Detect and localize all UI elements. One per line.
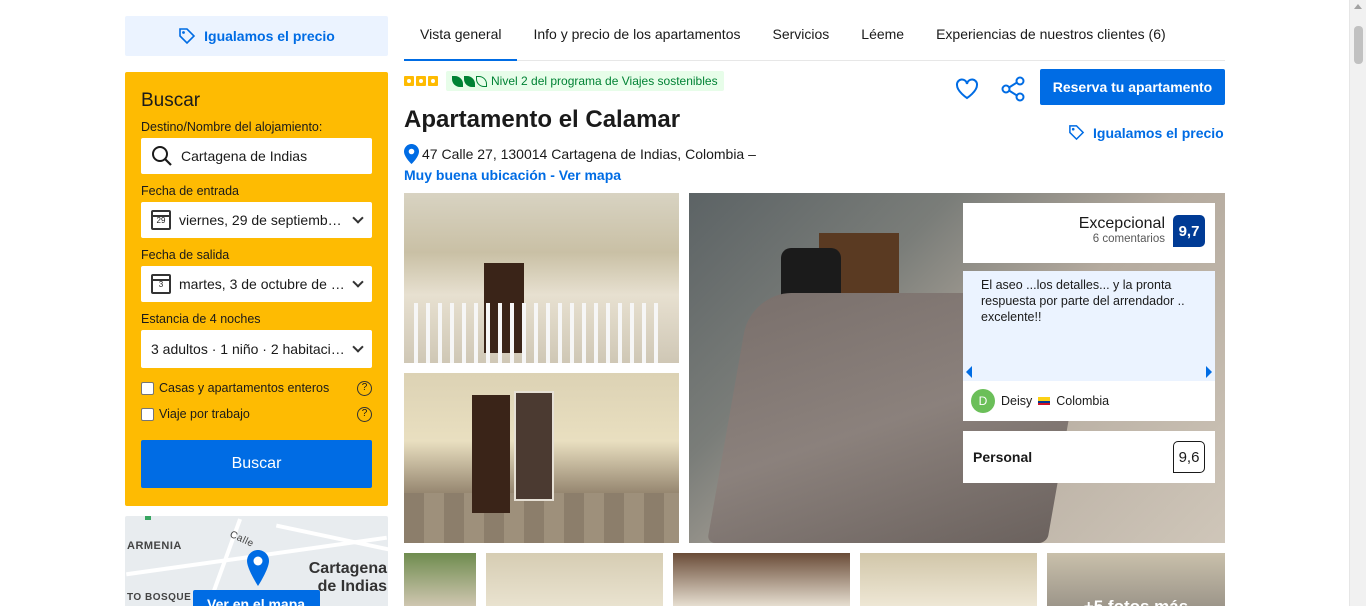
chevron-down-icon — [352, 341, 364, 353]
reserve-button[interactable]: Reserva tu apartamento — [1040, 69, 1225, 105]
map-label: ARMENIA — [127, 540, 182, 552]
entire-homes-checkbox[interactable] — [141, 381, 154, 395]
price-match-link[interactable]: Igualamos el precio — [1068, 124, 1224, 141]
share-icon[interactable] — [1000, 76, 1026, 107]
calendar-icon: 29 — [151, 210, 171, 230]
property-photo[interactable] — [404, 193, 679, 363]
left-column: Igualamos el precio Buscar Destino/Nombr… — [125, 16, 388, 606]
search-title: Buscar — [141, 90, 201, 111]
page: Igualamos el precio Buscar Destino/Nombr… — [0, 0, 1366, 606]
map-preview[interactable]: ARMENIA Calle TO BOSQUE Cartagena de Ind… — [125, 516, 388, 606]
review-quote-text: El aseo ...los detalles... y la pronta r… — [981, 278, 1185, 324]
rating-box[interactable]: Excepcional 6 comentarios 9,7 — [963, 203, 1215, 263]
stay-length-label: Estancia de 4 noches — [141, 312, 261, 326]
photo-thumbnail[interactable] — [404, 553, 476, 606]
tab-overview[interactable]: Vista general — [404, 16, 518, 61]
entire-homes-label: Casas y apartamentos enteros — [159, 381, 330, 395]
more-photos-label: +5 fotos más — [1047, 553, 1225, 606]
address-text: 47 Calle 27, 130014 Cartagena de Indias,… — [422, 146, 756, 162]
scrollbar-thumb[interactable] — [1354, 26, 1363, 64]
chevron-left-icon[interactable] — [966, 366, 972, 378]
review-quote: El aseo ...los detalles... y la pronta r… — [963, 271, 1215, 421]
star-icon — [428, 76, 438, 86]
heart-icon[interactable] — [955, 78, 979, 105]
review-summary-card: Excepcional 6 comentarios 9,7 El aseo ..… — [963, 203, 1215, 483]
photo-detail — [472, 395, 510, 513]
search-button[interactable]: Buscar — [141, 440, 372, 488]
checkout-field[interactable]: 3 martes, 3 de octubre de 2023 — [141, 266, 372, 302]
checkin-field[interactable]: 29 viernes, 29 de septiembre de 2023 — [141, 202, 372, 238]
chevron-down-icon — [352, 212, 364, 224]
sustainability-label: Nivel 2 del programa de Viajes sostenibl… — [491, 74, 718, 88]
review-score-badge: 9,7 — [1173, 215, 1205, 247]
price-match-banner[interactable]: Igualamos el precio — [125, 16, 388, 56]
destination-value: Cartagena de Indias — [181, 148, 308, 164]
help-icon[interactable]: ? — [357, 380, 372, 396]
staff-label: Personal — [973, 449, 1033, 465]
property-photo[interactable] — [404, 373, 679, 543]
property-title: Apartamento el Calamar — [404, 106, 681, 133]
work-trip-checkbox[interactable] — [141, 407, 154, 421]
property-tabs: Vista general Info y precio de los apart… — [404, 16, 1225, 61]
photo-thumbnail[interactable] — [860, 553, 1037, 606]
price-match-link-label: Igualamos el precio — [1093, 124, 1224, 141]
flag-icon — [1038, 397, 1051, 405]
star-rating — [404, 76, 438, 86]
photo-thumbnail[interactable] — [673, 553, 850, 606]
rating-text: Excepcional 6 comentarios — [1079, 215, 1165, 263]
staff-score: 9,6 — [1173, 441, 1205, 473]
map-park — [145, 516, 151, 520]
search-icon — [152, 146, 172, 166]
tag-icon — [1069, 125, 1085, 141]
checkin-label: Fecha de entrada — [141, 184, 239, 198]
photo-detail — [414, 303, 664, 363]
reviewer-country: Colombia — [1056, 394, 1110, 408]
map-pin-icon — [247, 550, 269, 591]
tag-icon — [178, 27, 196, 45]
tab-reviews[interactable]: Experiencias de nuestros clientes (6) — [920, 16, 1182, 61]
photo-thumbnail[interactable] — [486, 553, 663, 606]
guests-select[interactable]: 3 adultos · 1 niño · 2 habitaciones — [141, 330, 372, 368]
staff-rating[interactable]: Personal 9,6 — [963, 431, 1215, 483]
entire-homes-option[interactable]: Casas y apartamentos enteros ? — [141, 378, 372, 398]
destination-field[interactable]: Cartagena de Indias — [141, 138, 372, 174]
show-map-button[interactable]: Ver en el mapa — [193, 590, 320, 606]
guests-value: 3 adultos · 1 niño · 2 habitaciones — [151, 341, 346, 357]
star-icon — [416, 76, 426, 86]
sustainability-badge[interactable]: Nivel 2 del programa de Viajes sostenibl… — [446, 71, 724, 91]
page-scrollbar[interactable] — [1349, 0, 1366, 606]
destination-label: Destino/Nombre del alojamiento: — [141, 120, 323, 134]
avatar: D — [971, 389, 995, 413]
tab-facilities[interactable]: Servicios — [756, 16, 845, 61]
property-address: 47 Calle 27, 130014 Cartagena de Indias,… — [404, 144, 756, 164]
rating-word: Excepcional — [1078, 215, 1165, 232]
chevron-down-icon — [352, 276, 364, 288]
tab-info-prices[interactable]: Info y precio de los apartamentos — [517, 16, 756, 61]
price-match-label: Igualamos el precio — [204, 28, 335, 44]
map-label: TO BOSQUE — [127, 592, 192, 603]
search-panel: Buscar Destino/Nombre del alojamiento: C… — [125, 72, 388, 506]
checkout-value: martes, 3 de octubre de 2023 — [179, 276, 346, 292]
calendar-icon: 3 — [151, 274, 171, 294]
photo-thumbnail-more[interactable]: +5 fotos más — [1047, 553, 1225, 606]
checkin-value: viernes, 29 de septiembre de 2023 — [179, 212, 346, 228]
map-marker-icon — [404, 144, 419, 164]
location-map-link[interactable]: Muy buena ubicación - Ver mapa — [404, 167, 621, 183]
review-count: 6 comentarios — [1092, 233, 1165, 245]
help-icon[interactable]: ? — [357, 406, 372, 422]
rating-badges: Nivel 2 del programa de Viajes sostenibl… — [404, 71, 724, 91]
scroll-up-icon[interactable] — [1354, 4, 1362, 9]
work-trip-option[interactable]: Viaje por trabajo ? — [141, 404, 372, 424]
leaf-icon — [452, 75, 487, 87]
show-map-label: Ver en el mapa — [207, 596, 306, 606]
star-icon — [404, 76, 414, 86]
reviewer-name: Deisy — [1001, 394, 1033, 408]
work-trip-label: Viaje por trabajo — [159, 407, 250, 421]
tab-house-rules[interactable]: Léeme — [845, 16, 920, 61]
chevron-right-icon[interactable] — [1206, 366, 1212, 378]
photo-detail — [514, 391, 554, 501]
checkout-label: Fecha de salida — [141, 248, 230, 262]
reviewer-info: D Deisy Colombia — [963, 381, 1215, 421]
